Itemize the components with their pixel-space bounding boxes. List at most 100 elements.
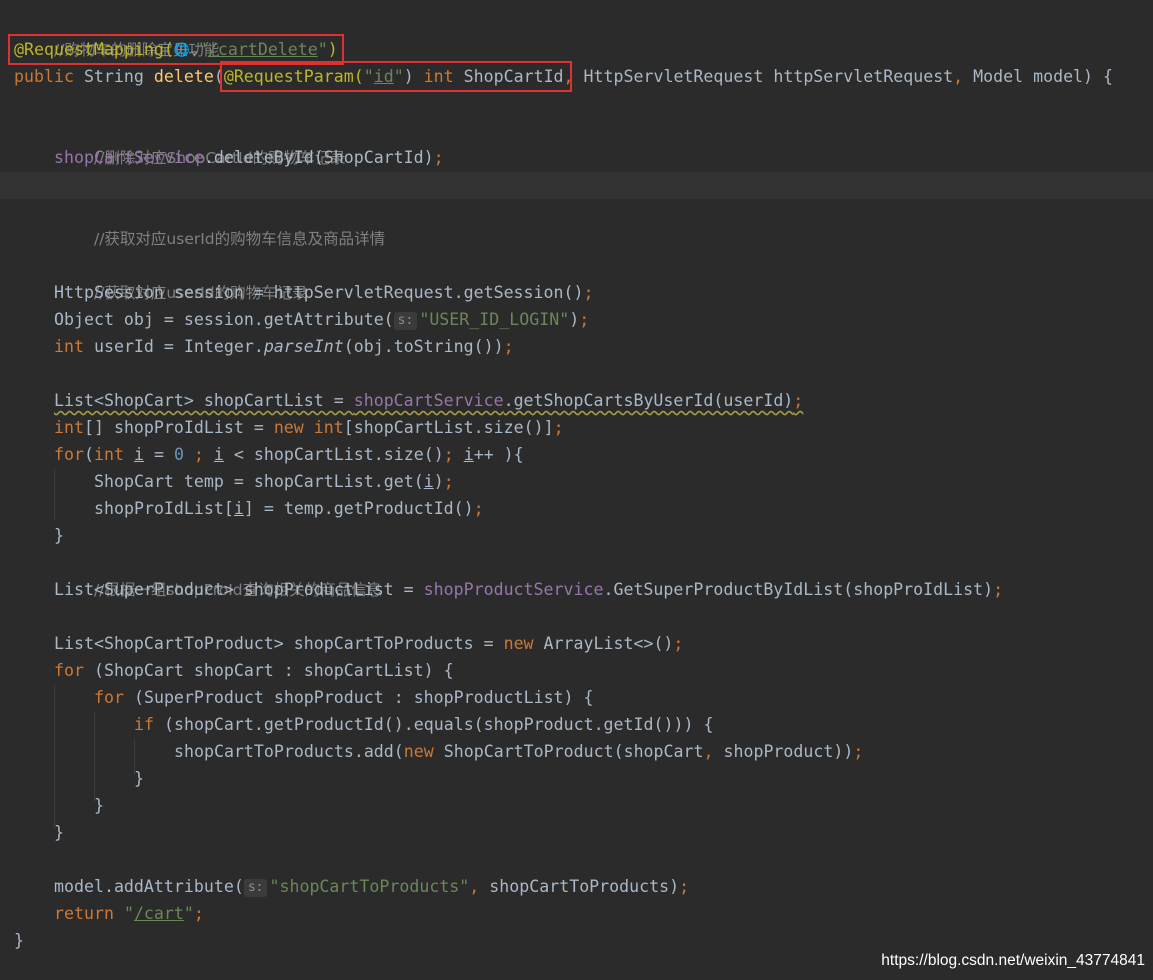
field-shopcartservice: shopCartService: [353, 391, 504, 410]
semicolon: ;: [433, 148, 444, 167]
code-line-29: }: [134, 765, 144, 792]
type-string: String: [83, 67, 154, 86]
method-call: .GetSuperProductByIdList(shopProIdList): [603, 580, 994, 599]
keyword-for: for: [54, 661, 94, 680]
code-line-1: //购物车的删除宝贝功能: [14, 9, 219, 59]
parameter-hint: s:: [393, 312, 418, 330]
statement: [] shopProIdList =: [83, 418, 274, 437]
param-model: Model model) {: [973, 67, 1114, 86]
statement: model.addAttribute(: [54, 877, 244, 896]
statement: shopProIdList[: [94, 499, 234, 518]
comment: //获取对应userId的购物车信息及商品详情: [93, 230, 386, 248]
code-line-5: //删除对应ShopCartId的购物车记录: [54, 117, 346, 167]
code-line-18: ShopCart temp = shopCartList.get(i);: [94, 468, 454, 495]
string-literal: "shopCartToProducts": [269, 877, 470, 896]
string-quote: ": [123, 904, 134, 923]
code-line-19: shopProIdList[i] = temp.getProductId();: [94, 495, 484, 522]
code-line-34: return "/cart";: [54, 900, 204, 927]
code-editor[interactable]: //购物车的删除宝贝功能 @RequestMapping(🌐⌄"/cartDel…: [0, 0, 1153, 980]
brace: }: [14, 931, 24, 950]
keyword-if: if: [134, 715, 164, 734]
comma: ,: [469, 877, 490, 896]
highlight-box-request-param: [220, 61, 572, 92]
code-line-26: for (SuperProduct shopProduct : shopProd…: [94, 684, 594, 711]
statement: (SuperProduct shopProduct : shopProductL…: [133, 688, 594, 707]
statement: Object obj = session.getAttribute(: [54, 310, 394, 329]
number: 0: [173, 445, 184, 464]
semicolon: ;: [553, 418, 564, 437]
code-line-15: List<ShopCart> shopCartList = shopCartSe…: [54, 387, 803, 414]
keyword-new: new: [403, 742, 444, 761]
semicolon: ;: [583, 283, 594, 302]
var-i: i: [463, 445, 474, 464]
code-line-10: //获取对应userId的购物车记录: [54, 252, 308, 302]
static-method: parseInt: [263, 337, 344, 356]
param-request: HttpServletRequest httpServletRequest: [583, 67, 954, 86]
semicolon: ;: [679, 877, 690, 896]
brace: }: [94, 796, 104, 815]
var-i: i: [233, 499, 244, 518]
semicolon: ;: [993, 580, 1004, 599]
brace: }: [54, 526, 64, 545]
semicolon: ;: [473, 499, 484, 518]
code-line-20: }: [54, 522, 64, 549]
code-line-22: List<SuperProduct> shopProductList = sho…: [54, 576, 1003, 603]
semicolon: ;: [183, 445, 214, 464]
operator: =: [143, 445, 174, 464]
code-line-24: List<ShopCartToProduct> shopCartToProduc…: [54, 630, 683, 657]
var-i: i: [423, 472, 434, 491]
method-call: .deleteById(ShopCartId): [203, 148, 434, 167]
var-i: i: [213, 445, 224, 464]
var-i: i: [133, 445, 144, 464]
statement: ShopCart temp = shopCartList.get(: [94, 472, 424, 491]
code-line-25: for (ShopCart shopCart : shopCartList) {: [54, 657, 454, 684]
keyword-public: public: [14, 67, 84, 86]
keyword-int: int: [93, 445, 134, 464]
statement: [shopCartList.size()]: [343, 418, 554, 437]
paren: ): [569, 310, 580, 329]
string-literal: "USER_ID_LOGIN": [419, 310, 570, 329]
statement: List<ShopCartToProduct> shopCartToProduc…: [54, 634, 504, 653]
statement: ShopCartToProduct(shopCart: [443, 742, 704, 761]
code-line-12: Object obj = session.getAttribute(s: "USE…: [54, 306, 589, 333]
statement: List<ShopCart> shopCartList =: [54, 391, 354, 410]
code-line-28: shopCartToProducts.add(new ShopCartToPro…: [174, 738, 863, 765]
keyword-for: for: [54, 445, 84, 464]
semicolon: ;: [193, 904, 204, 923]
keyword-new: new: [503, 634, 544, 653]
comma: ,: [703, 742, 724, 761]
indent-guide: [54, 469, 55, 521]
code-line-17: for(int i = 0 ; i < shopCartList.size();…: [54, 441, 524, 468]
statement: ++ ){: [473, 445, 524, 464]
current-line-highlight: [0, 172, 1153, 199]
statement: shopCartToProducts): [489, 877, 680, 896]
indent-guide: [54, 685, 55, 829]
statement: (ShopCart shopCart : shopCartList) {: [93, 661, 454, 680]
url-path-link[interactable]: /cart: [134, 904, 184, 923]
code-line-13: int userId = Integer.parseInt(obj.toStri…: [54, 333, 514, 360]
code-line-27: if (shopCart.getProductId().equals(shopP…: [134, 711, 713, 738]
keyword-int: int: [313, 418, 344, 437]
brace: }: [134, 769, 144, 788]
code-line-35: }: [14, 927, 24, 954]
semicolon: ;: [793, 391, 804, 410]
statement: ArrayList<>(): [543, 634, 674, 653]
statement: (obj.toString()): [343, 337, 504, 356]
parameter-hint: s:: [243, 879, 268, 897]
method-name: delete: [153, 67, 214, 86]
statement: HttpSession session = httpServletRequest…: [54, 283, 584, 302]
keyword-int: int: [54, 337, 94, 356]
statement: userId = Integer.: [93, 337, 264, 356]
code-line-6: shopCartService.deleteById(ShopCartId);: [54, 144, 444, 171]
string-quote: ": [183, 904, 194, 923]
code-line-16: int[] shopProIdList = new int[shopCartLi…: [54, 414, 564, 441]
method-call: .getShopCartsByUserId(userId): [503, 391, 794, 410]
keyword-int: int: [54, 418, 84, 437]
semicolon: ;: [579, 310, 590, 329]
code-line-33: model.addAttribute(s: "shopCartToProducts…: [54, 873, 689, 900]
field-shopcartservice: shopCartService: [54, 148, 204, 167]
semicolon: ;: [673, 634, 684, 653]
code-line-31: }: [54, 819, 64, 846]
statement: List<SuperProduct> shopProductList =: [54, 580, 424, 599]
paren: (: [83, 445, 94, 464]
